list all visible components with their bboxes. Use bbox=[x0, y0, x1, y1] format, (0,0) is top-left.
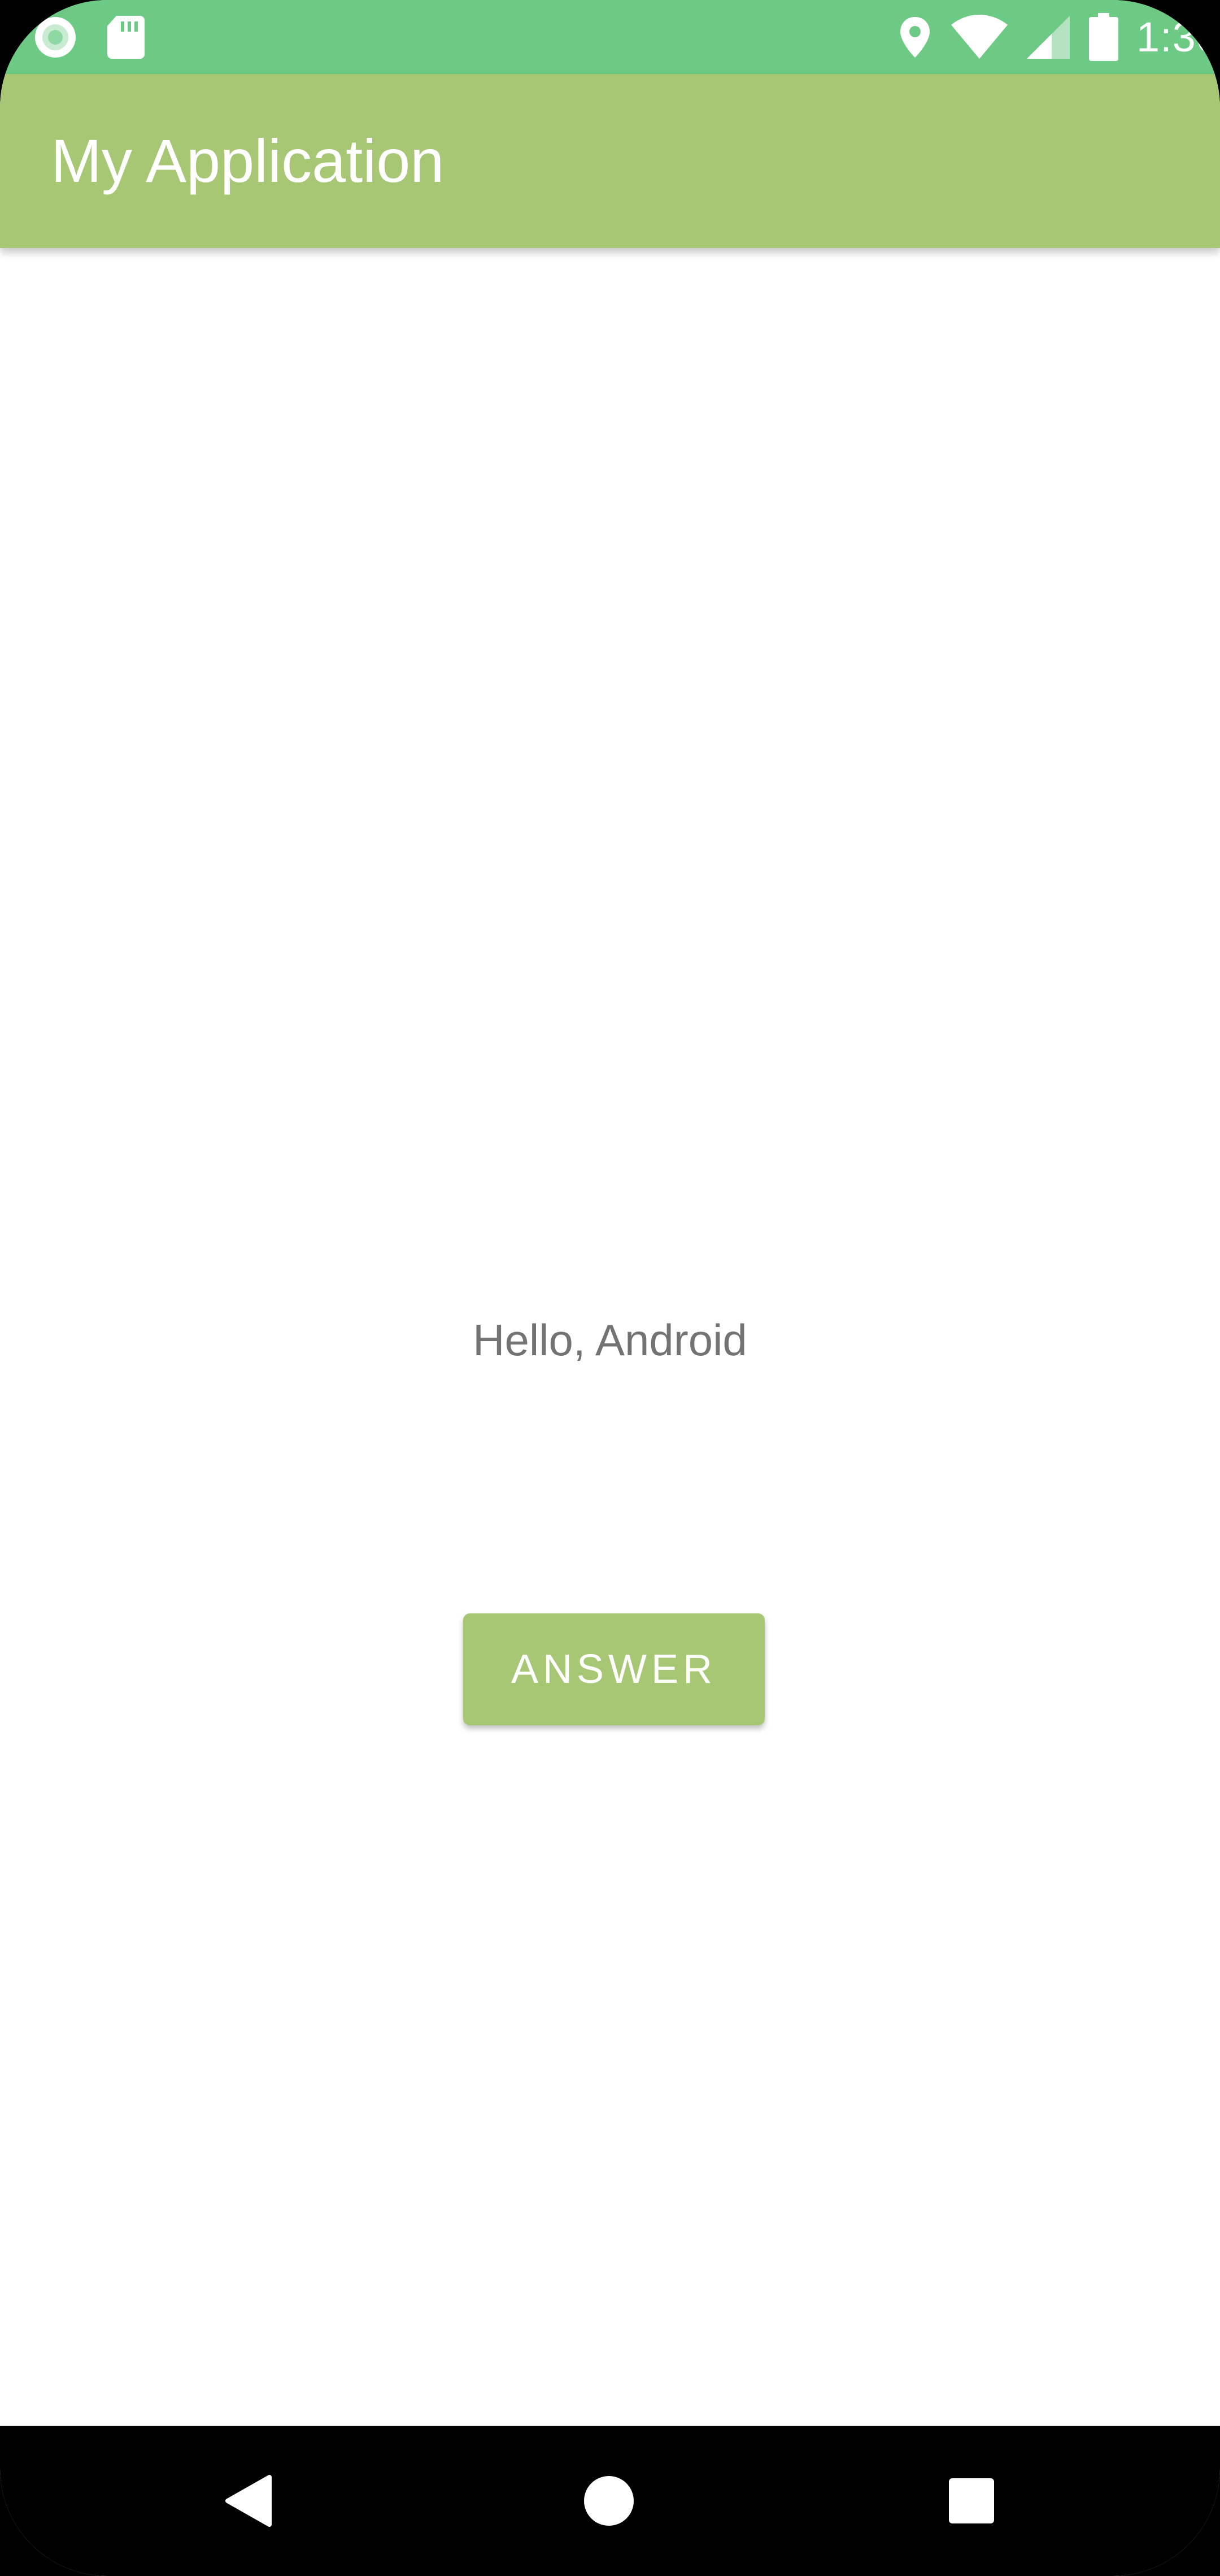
wifi-icon bbox=[950, 15, 1009, 60]
back-button[interactable] bbox=[175, 2426, 322, 2576]
home-icon bbox=[583, 2475, 635, 2527]
hello-message: Hello, Android bbox=[473, 1315, 747, 1365]
battery-icon bbox=[1088, 13, 1119, 62]
status-time: 1:30 bbox=[1136, 14, 1220, 60]
home-button[interactable] bbox=[535, 2426, 682, 2576]
phone-screen: 1:30 My Application Hello, Android ANSWE… bbox=[0, 0, 1220, 2576]
navigation-bar bbox=[0, 2426, 1220, 2576]
app-notification-icon bbox=[32, 14, 79, 61]
app-title: My Application bbox=[51, 127, 445, 195]
status-left-icons bbox=[32, 14, 146, 61]
answer-button[interactable]: ANSWER bbox=[463, 1613, 765, 1725]
signal-icon bbox=[1026, 15, 1071, 60]
sd-card-icon bbox=[106, 15, 146, 60]
back-icon bbox=[223, 2474, 274, 2528]
location-icon bbox=[897, 15, 933, 60]
app-bar: My Application bbox=[0, 74, 1220, 248]
status-bar: 1:30 bbox=[0, 0, 1220, 74]
status-right-icons: 1:30 bbox=[897, 10, 1220, 64]
recents-button[interactable] bbox=[898, 2426, 1045, 2576]
recents-icon bbox=[948, 2477, 995, 2525]
